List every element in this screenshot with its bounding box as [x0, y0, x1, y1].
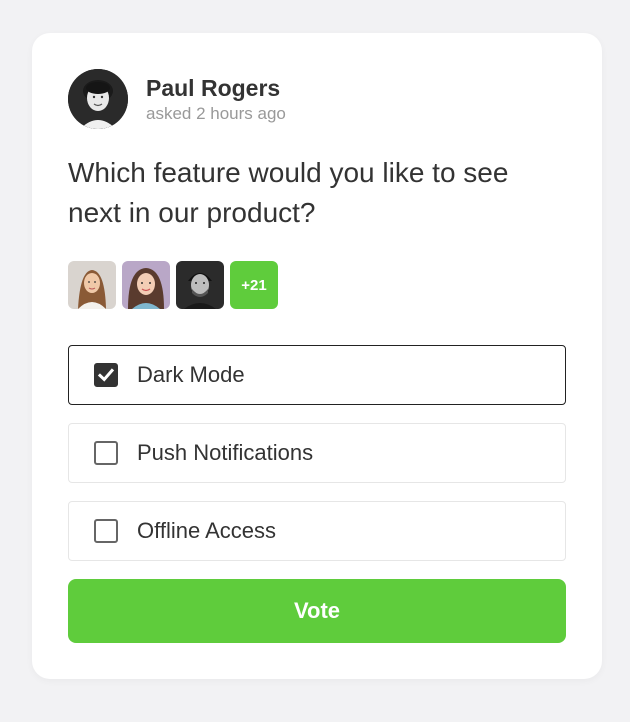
voter-avatar: [176, 261, 224, 309]
author-name: Paul Rogers: [146, 74, 281, 101]
checkbox-checked[interactable]: [94, 363, 118, 387]
author-header: Paul Rogers asked 2 hours ago: [68, 69, 286, 129]
voter-avatar: [68, 261, 116, 309]
poll-question: Which feature would you like to see next…: [68, 157, 509, 228]
author-avatar: [68, 69, 128, 129]
checkbox-unchecked[interactable]: [94, 441, 118, 465]
poll-option-dark-mode[interactable]: Dark Mode: [68, 345, 566, 405]
option-label: Offline Access: [137, 518, 276, 543]
voter-avatars: +21: [68, 261, 278, 309]
option-label: Dark Mode: [137, 362, 245, 387]
poll-card: Paul Rogers asked 2 hours ago Which feat…: [32, 33, 602, 679]
voter-avatar: [122, 261, 170, 309]
checkbox-unchecked[interactable]: [94, 519, 118, 543]
more-voters-badge[interactable]: +21: [230, 261, 278, 309]
option-label: Push Notifications: [137, 440, 314, 465]
author-timestamp: asked 2 hours ago: [146, 103, 286, 123]
poll-option-push-notifications[interactable]: Push Notifications: [68, 423, 566, 483]
poll-option-offline-access[interactable]: Offline Access: [68, 501, 566, 561]
vote-button[interactable]: Vote: [68, 579, 566, 643]
checkmark-icon: [97, 368, 115, 382]
author-text: Paul Rogers asked 2 hours ago: [146, 74, 286, 125]
